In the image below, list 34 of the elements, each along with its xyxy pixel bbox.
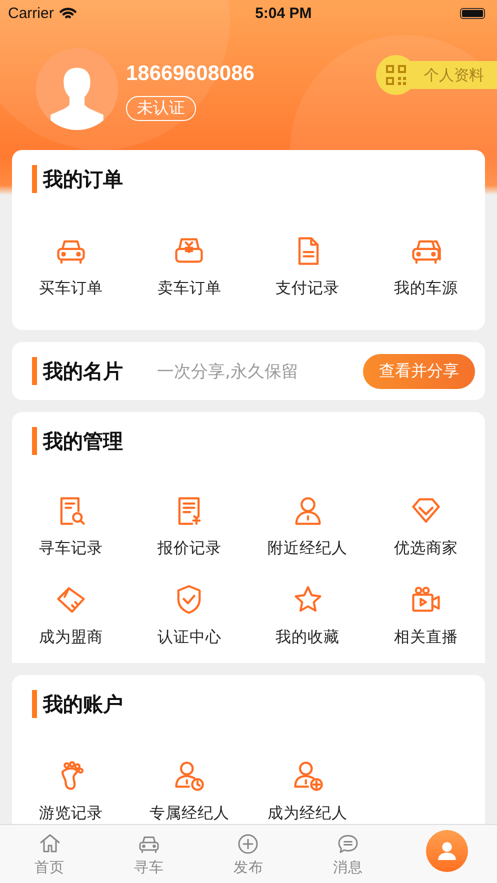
menu-item[interactable]: 我的收藏	[248, 583, 367, 648]
title-accent	[32, 357, 37, 385]
menu-item[interactable]: 我的车源	[366, 234, 485, 299]
menu-item[interactable]: 相关直播	[366, 583, 485, 648]
title-accent	[32, 690, 37, 718]
menu-item[interactable]: 认证中心	[130, 583, 248, 648]
title-accent	[32, 427, 37, 455]
menu-item[interactable]: 成为经纪人	[248, 759, 367, 824]
menu-item[interactable]: 报价记录	[130, 494, 248, 559]
menu-item[interactable]: 游览记录	[12, 759, 130, 824]
section-title: 我的订单	[43, 166, 123, 192]
menu-item[interactable]: 专属经纪人	[130, 759, 248, 824]
slogan-text: 一次分享,永久保留	[157, 360, 298, 382]
battery-icon	[460, 8, 485, 18]
phone-number: 18669608086	[126, 62, 254, 86]
plus-circle-icon	[236, 832, 260, 856]
menu-item[interactable]: 买车订单	[12, 234, 130, 299]
wifi-icon	[58, 6, 77, 20]
status-time: 5:04 PM	[255, 4, 312, 22]
section-title: 我的名片	[43, 358, 123, 384]
menu-item[interactable]: 寻车记录	[12, 494, 130, 559]
carrier-name: Carrier	[8, 4, 54, 22]
verification-badge: 未认证	[126, 96, 196, 121]
menu-item[interactable]: 卖车订单	[130, 234, 248, 299]
menu-item[interactable]: 附近经纪人	[248, 494, 367, 559]
person-clock-icon	[172, 759, 206, 793]
home-icon	[38, 832, 62, 856]
title-accent	[32, 165, 37, 193]
section-title: 我的管理	[43, 428, 123, 454]
tab-item[interactable]	[426, 830, 468, 872]
menu-item[interactable]: 成为盟商	[12, 583, 130, 648]
menu-item[interactable]: 优选商家	[366, 494, 485, 559]
menu-item[interactable]: 支付记录	[248, 234, 367, 299]
section-title: 我的账户	[43, 690, 123, 718]
